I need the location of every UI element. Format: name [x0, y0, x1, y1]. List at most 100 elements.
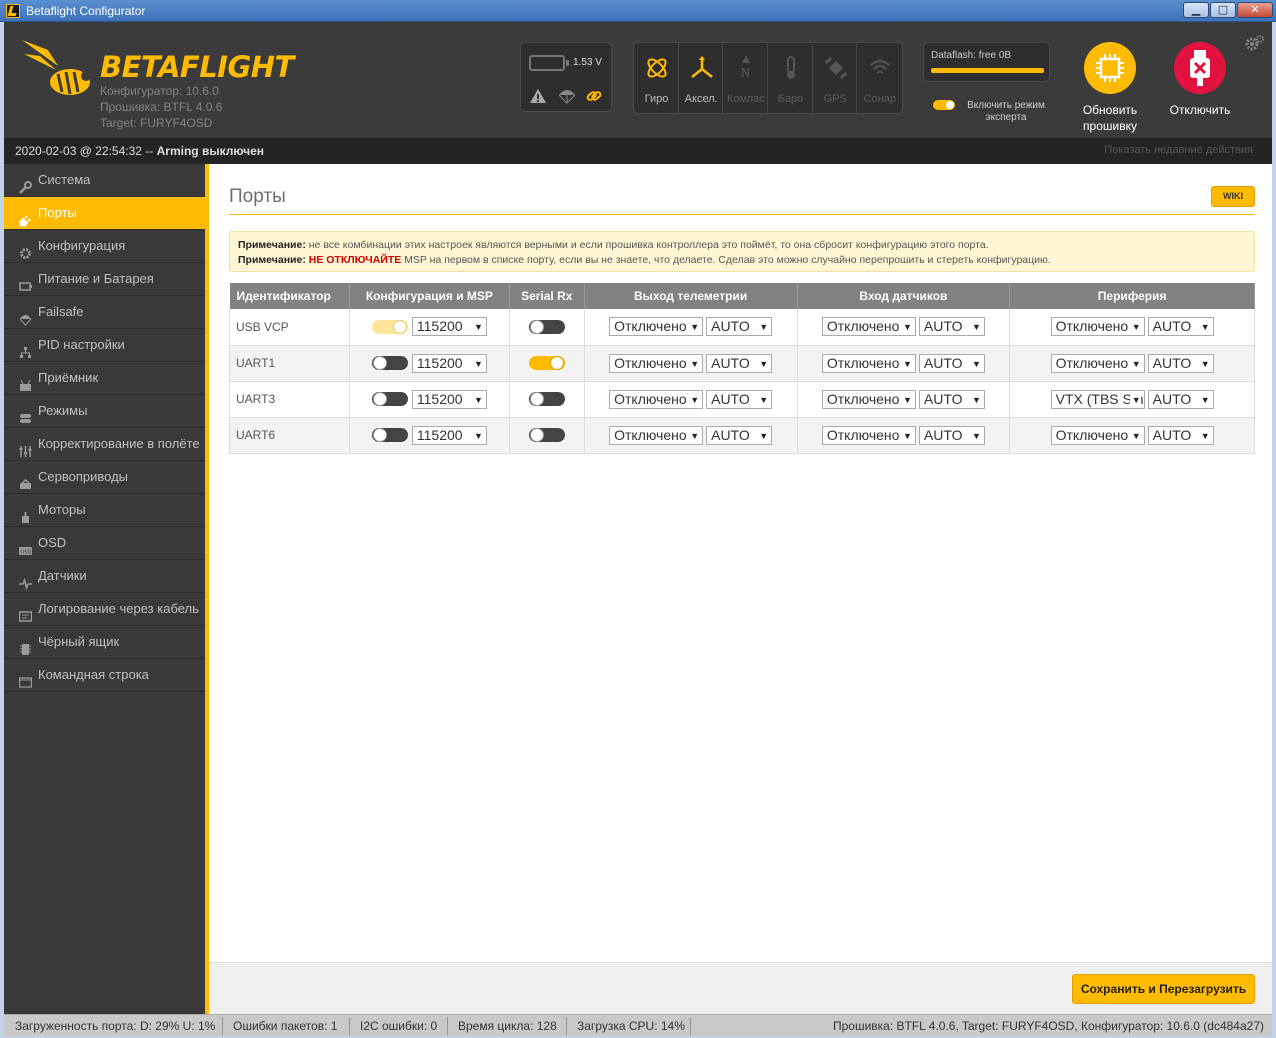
sidebar-item-label: Failsafe [38, 304, 84, 319]
msp-baud-select[interactable]: 115200 [411, 389, 487, 409]
osd-icon: OSD [19, 537, 32, 556]
sidebar-item-label: PID настройки [38, 337, 125, 352]
telemetry-select[interactable]: Отключено [609, 317, 704, 337]
peripheral-cell: ОтключеноAUTO [1009, 417, 1255, 454]
peripheral-baud-select[interactable]: AUTO [1147, 317, 1214, 337]
telemetry-baud-select[interactable]: AUTO [706, 317, 773, 337]
port-identifier: UART3 [229, 381, 350, 418]
parachute-icon [19, 306, 32, 326]
port-identifier: UART1 [229, 345, 350, 382]
telemetry-baud-select[interactable]: AUTO [706, 389, 773, 409]
save-reboot-button[interactable]: Сохранить и Перезагрузить [1072, 974, 1255, 1004]
parachute-icon [558, 90, 576, 104]
table-row: UART3115200ОтключеноAUTOОтключеноAUTOVTX… [229, 381, 1255, 418]
window-title: Betaflight Configurator [26, 4, 146, 18]
disconnect-button[interactable]: Отключить [1160, 40, 1240, 140]
serial-rx-cell [509, 309, 585, 346]
target-name: Target: FURYF4OSD [100, 116, 213, 130]
sidebar-item-3[interactable]: Питание и Батарея [4, 263, 205, 296]
msp-toggle[interactable] [371, 392, 408, 406]
note-box: Примечание: не все комбинации этих настр… [229, 231, 1255, 272]
peripheral-cell: ОтключеноAUTO [1009, 309, 1255, 346]
sidebar-item-2[interactable]: Конфигурация [4, 230, 205, 263]
configurator-version: Конфигуратор: 10.6.0 [100, 84, 219, 98]
peripheral-cell: ОтключеноAUTO [1009, 345, 1255, 382]
sidebar-item-5[interactable]: PID настройки [4, 329, 205, 362]
sidebar-item-13[interactable]: Логирование через кабель [4, 593, 205, 626]
sidebar-item-8[interactable]: Корректирование в полёте [4, 428, 205, 461]
svg-text:N: N [741, 66, 750, 80]
battery-icon [529, 55, 569, 71]
peripheral-baud-select[interactable]: AUTO [1147, 425, 1214, 445]
sensor-baud-select[interactable]: AUTO [918, 317, 985, 337]
sidebar-item-10[interactable]: Моторы [4, 494, 205, 527]
settings-gear-icon[interactable] [1244, 34, 1264, 54]
sensor-gyro: Гиро [634, 43, 679, 113]
sensor-select[interactable]: Отключено [821, 425, 916, 445]
sidebar-item-9[interactable]: Сервоприводы [4, 461, 205, 494]
sensor-cell: ОтключеноAUTO [797, 345, 1011, 382]
peripheral-select[interactable]: VTX (TBS Smart [1050, 389, 1145, 409]
accel-icon [690, 56, 713, 78]
msp-config-cell: 115200 [349, 309, 510, 346]
maximize-button[interactable]: □ [1210, 2, 1236, 18]
peripheral-select[interactable]: Отключено [1050, 317, 1145, 337]
msp-baud-select[interactable]: 115200 [411, 425, 487, 445]
wiki-button[interactable]: WIKI [1211, 186, 1255, 207]
telemetry-select[interactable]: Отключено [609, 353, 704, 373]
update-firmware-label: Обновить прошивку [1082, 103, 1138, 133]
sidebar-item-6[interactable]: Приёмник [4, 362, 205, 395]
telemetry-select[interactable]: Отключено [609, 389, 704, 409]
column-header: Идентификатор [229, 283, 350, 309]
serial-rx-toggle[interactable] [528, 320, 565, 335]
sidebar-item-14[interactable]: Чёрный ящик [4, 626, 205, 659]
modes-icon [19, 405, 32, 423]
title-bar: Betaflight Configurator ▁ □ ✕ [0, 0, 1276, 22]
peripheral-select[interactable]: Отключено [1050, 353, 1145, 373]
table-row: USB VCP115200ОтключеноAUTOОтключеноAUTOО… [229, 309, 1255, 346]
peripheral-baud-select[interactable]: AUTO [1147, 353, 1214, 373]
msp-toggle[interactable] [371, 356, 408, 370]
sidebar-item-15[interactable]: Командная строка [4, 659, 205, 692]
sidebar-item-0[interactable]: Система [4, 164, 205, 197]
minimize-button[interactable]: ▁ [1183, 2, 1209, 18]
serial-rx-toggle[interactable] [528, 356, 565, 371]
sensor-select[interactable]: Отключено [821, 389, 916, 409]
sidebar-item-7[interactable]: Режимы [4, 395, 205, 428]
port-load: Загруженность порта: D: 29% U: 1% [15, 1019, 216, 1033]
serial-rx-toggle[interactable] [528, 392, 565, 407]
sensor-select[interactable]: Отключено [821, 353, 916, 373]
sidebar-item-1[interactable]: Порты [4, 197, 205, 230]
sidebar-item-4[interactable]: Failsafe [4, 296, 205, 329]
sensor-baud-select[interactable]: AUTO [918, 353, 985, 373]
close-button[interactable]: ✕ [1237, 2, 1273, 18]
update-firmware-button[interactable]: Обновить прошивку [1070, 40, 1150, 140]
msp-toggle[interactable] [371, 428, 408, 442]
expert-mode-switch[interactable] [933, 100, 955, 110]
column-header: Выход телеметрии [584, 283, 798, 309]
msp-toggle[interactable] [371, 319, 408, 334]
serial-rx-cell [509, 345, 585, 382]
save-bar: Сохранить и Перезагрузить [209, 962, 1272, 1014]
sliders-icon [19, 438, 32, 457]
sensor-baud-select[interactable]: AUTO [918, 389, 985, 409]
serial-rx-toggle[interactable] [528, 428, 565, 443]
peripheral-baud-select[interactable]: AUTO [1147, 389, 1214, 409]
msp-baud-select[interactable]: 115200 [411, 317, 487, 337]
msp-baud-select[interactable]: 115200 [411, 353, 487, 373]
sensor-baud-select[interactable]: AUTO [918, 425, 985, 445]
recent-actions-link[interactable]: Показать недавние действия [1104, 144, 1253, 156]
dataflash-label: Dataflash: free 0B [931, 50, 1012, 61]
telemetry-cell: ОтключеноAUTO [584, 309, 798, 346]
sensor-select[interactable]: Отключено [821, 317, 916, 337]
compass-icon: N [741, 55, 751, 80]
sidebar-item-label: Сервоприводы [38, 469, 129, 484]
sidebar-item-12[interactable]: Датчики [4, 560, 205, 593]
sidebar-item-11[interactable]: OSD OSD [4, 527, 205, 560]
chip-icon [1084, 42, 1136, 94]
telemetry-baud-select[interactable]: AUTO [706, 353, 773, 373]
telemetry-select[interactable]: Отключено [609, 425, 704, 445]
peripheral-select[interactable]: Отключено [1050, 425, 1145, 445]
battery-panel: 1.53 V [520, 42, 612, 112]
telemetry-baud-select[interactable]: AUTO [706, 425, 773, 445]
